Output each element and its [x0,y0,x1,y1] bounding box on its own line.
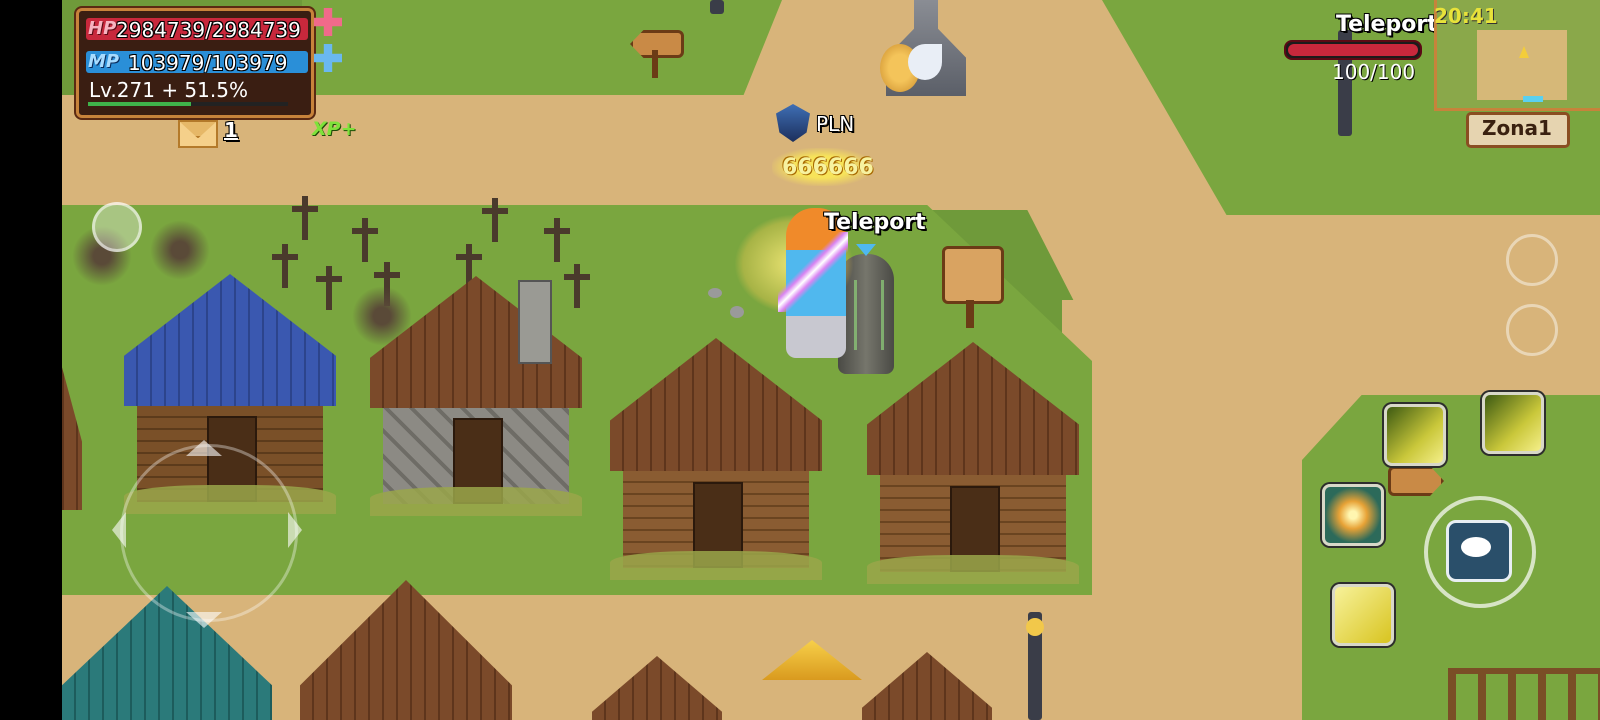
player-power: 666666 [782,155,874,180]
skill-slot-2[interactable] [1482,392,1544,454]
rock [730,306,744,318]
house-bottom-brown-3 [862,652,992,720]
npc-label: Teleport [824,210,926,235]
rock [708,288,722,298]
notice-board-post [966,300,974,328]
grave-cross [292,196,318,240]
teleport-stone-runes [854,280,884,350]
dpad-joystick[interactable] [120,444,298,622]
target-marker-icon [856,244,876,256]
skill-slot-4[interactable] [1332,584,1394,646]
wooden-fence [1448,668,1600,720]
clan-tag: PLN [816,112,855,136]
hp-value: 2984739/2984739 [116,18,301,42]
xp-bar-fill [88,102,191,106]
house-left-edge [62,330,82,510]
house-overgrown-1 [610,338,822,580]
dpad-right-icon[interactable] [288,512,302,548]
notice-board[interactable] [942,246,1004,304]
dead-bush [150,220,210,280]
grave-cross [352,218,378,262]
clock: 20:41 [1434,4,1498,28]
hp-label: HP [88,18,117,39]
chimney [518,280,552,364]
skill-slot-1[interactable] [1384,404,1446,466]
house-overgrown-2 [867,342,1079,584]
mail-icon[interactable] [178,120,218,148]
xp-boost-badge[interactable]: XP+ [312,118,357,140]
mp-label: MP [88,51,120,72]
grave-cross [544,218,570,262]
auto-attack-icon[interactable] [1506,304,1558,356]
dpad-down-icon[interactable] [186,612,222,628]
lightning-effect [778,232,848,312]
target-hp-fill [1288,44,1418,56]
sign-post [652,50,658,78]
house-bottom-brown [300,580,512,720]
game-viewport[interactable]: PLN 666666 Teleport HP 2984739/2984739 M… [62,0,1600,720]
grass-top-left [302,0,782,95]
switch-target-icon[interactable] [1506,234,1558,286]
grave-cross [482,198,508,242]
level-text: Lv.271 + 51.5% [89,78,248,102]
chat-button-icon[interactable] [1446,520,1512,582]
skill-slot-3[interactable] [1322,484,1384,546]
house-bottom-brown-2 [592,656,722,720]
chat-bubble-icon[interactable] [92,202,142,252]
target-name: Teleport [1336,12,1438,37]
cupid-wings [908,44,942,80]
zone-label[interactable]: Zona1 [1482,116,1552,140]
lamp-light [1026,618,1044,636]
target-hp-value: 100/100 [1332,60,1416,84]
mail-count[interactable]: 1 [224,118,238,142]
dpad-up-icon[interactable] [186,440,222,456]
dpad-left-icon[interactable] [112,512,126,548]
street-lamp [710,0,724,14]
mp-value: 103979/103979 [128,51,288,75]
